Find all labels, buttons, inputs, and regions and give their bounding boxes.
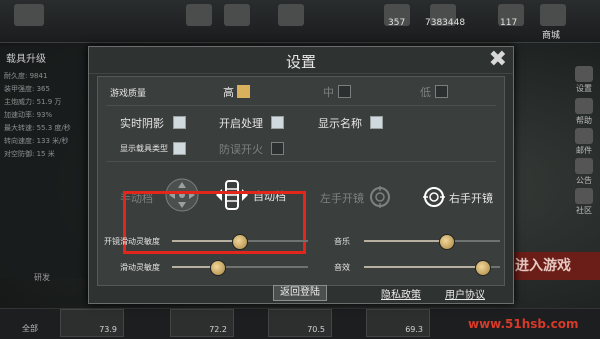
- quality-mid-checkbox[interactable]: [338, 85, 351, 98]
- help-menu-item[interactable]: 帮助: [570, 98, 598, 126]
- calendar-icon: [278, 4, 304, 26]
- show-vehicle-type-label: 显示载具类型: [120, 144, 168, 153]
- left-scope-icon[interactable]: [368, 185, 392, 209]
- watermark: www.51hsb.com: [468, 317, 579, 331]
- settings-dialog: 设置 ✖ 游戏质量 高 中 低 实时阴影 开启处理 显示名称 显示载具类型 防误…: [88, 46, 514, 304]
- misfire-prevent-checkbox[interactable]: [271, 142, 284, 155]
- quality-high-label: 高: [223, 86, 234, 99]
- top-bar: 357 7383448 117 商城: [0, 0, 600, 43]
- quality-high-checkbox[interactable]: [237, 85, 250, 98]
- close-icon[interactable]: ✖: [489, 49, 507, 71]
- divider: [106, 105, 496, 106]
- show-name-label: 显示名称: [318, 117, 362, 130]
- settings-menu-item[interactable]: 设置: [570, 66, 598, 94]
- post-processing-label: 开启处理: [219, 117, 263, 130]
- slider-knob[interactable]: [475, 260, 492, 276]
- stat-row: 耐久度: 9841: [4, 72, 48, 80]
- scope-sensitivity-label: 开镜滑动灵敏度: [104, 237, 160, 246]
- community-menu-item[interactable]: 社区: [570, 188, 598, 216]
- help-icon: [575, 98, 593, 114]
- all-filter[interactable]: 全部: [22, 323, 38, 334]
- slider-knob[interactable]: [231, 234, 248, 250]
- community-icon: [575, 188, 593, 204]
- stat-row: 最大转速: 55.3 度/秒: [4, 124, 71, 132]
- music-slider[interactable]: [364, 234, 500, 250]
- stat-row: 加速动率: 93%: [4, 111, 53, 119]
- settings-icon: [575, 66, 593, 82]
- vehicle-bar: 全部 73.9 72.2 70.5 69.3 www.51hsb.com: [0, 308, 600, 339]
- realtime-shadow-label: 实时阴影: [120, 117, 164, 130]
- slider-knob[interactable]: [209, 260, 226, 276]
- right-scope-icon[interactable]: [422, 185, 446, 209]
- show-name-checkbox[interactable]: [370, 116, 383, 129]
- quality-low-label: 低: [420, 86, 431, 99]
- notice-menu-item[interactable]: 公告: [570, 158, 598, 186]
- vehicle-stats-panel: 载具升级 耐久度: 9841 装甲强度: 365 主炮威力: 51.9 万 加速…: [0, 46, 86, 282]
- slide-sensitivity-slider[interactable]: [172, 260, 308, 276]
- tank-slot[interactable]: 69.3: [366, 309, 430, 337]
- player-avatar: [14, 4, 44, 26]
- stat-row: 对空防御: 15 米: [4, 150, 55, 158]
- slider-knob[interactable]: [438, 234, 455, 250]
- stat-row: 转向速度: 133 米/秒: [4, 137, 69, 145]
- scope-sensitivity-slider[interactable]: [172, 234, 308, 250]
- realtime-shadow-checkbox[interactable]: [173, 116, 186, 129]
- left-scope-label: 左手开镜: [320, 192, 364, 205]
- misfire-prevent-label: 防误开火: [219, 143, 263, 156]
- quality-mid-label: 中: [323, 86, 334, 99]
- back-to-login-button[interactable]: 返回登陆: [273, 285, 327, 301]
- mail-menu-item[interactable]: 邮件: [570, 128, 598, 156]
- tank-slot[interactable]: 72.2: [170, 309, 234, 337]
- music-label: 音乐: [334, 237, 350, 246]
- user-agreement-link[interactable]: 用户协议: [445, 286, 485, 301]
- tank-slot[interactable]: 73.9: [60, 309, 124, 337]
- research-label: 研发: [34, 273, 50, 282]
- slide-sensitivity-label: 滑动灵敏度: [120, 263, 160, 272]
- right-menu: 设置 帮助 邮件 公告 社区: [570, 46, 600, 226]
- store-icon[interactable]: [540, 4, 566, 26]
- tank-slot[interactable]: 70.5: [268, 309, 332, 337]
- privacy-policy-link[interactable]: 隐私政策: [381, 286, 421, 301]
- mail-icon: [575, 128, 593, 144]
- rank-icon: [224, 4, 250, 26]
- top-value-2: 7383448: [425, 18, 466, 28]
- stat-row: 主炮威力: 51.9 万: [4, 98, 62, 106]
- quality-low-checkbox[interactable]: [435, 85, 448, 98]
- settings-panel: 游戏质量 高 中 低 实时阴影 开启处理 显示名称 显示载具类型 防误开火 手动…: [97, 76, 505, 286]
- top-value-3: 117: [500, 18, 518, 28]
- top-value-1: 357: [388, 18, 406, 28]
- stats-list: 耐久度: 9841 装甲强度: 365 主炮威力: 51.9 万 加速动率: 9…: [0, 69, 86, 162]
- notice-icon: [575, 158, 593, 174]
- resource-icon: [186, 4, 212, 26]
- quality-label: 游戏质量: [110, 89, 147, 99]
- sfx-slider[interactable]: [364, 260, 500, 276]
- post-processing-checkbox[interactable]: [271, 116, 284, 129]
- show-vehicle-type-checkbox[interactable]: [173, 142, 186, 155]
- sfx-label: 音效: [334, 263, 350, 272]
- dialog-header: 设置 ✖: [89, 47, 513, 74]
- right-scope-label: 右手开镜: [449, 192, 493, 205]
- store-label: 商城: [542, 31, 561, 41]
- vehicle-upgrade-title: 载具升级: [6, 54, 46, 65]
- divider: [106, 161, 496, 162]
- dialog-title: 设置: [285, 53, 316, 71]
- stat-row: 装甲强度: 365: [4, 85, 50, 93]
